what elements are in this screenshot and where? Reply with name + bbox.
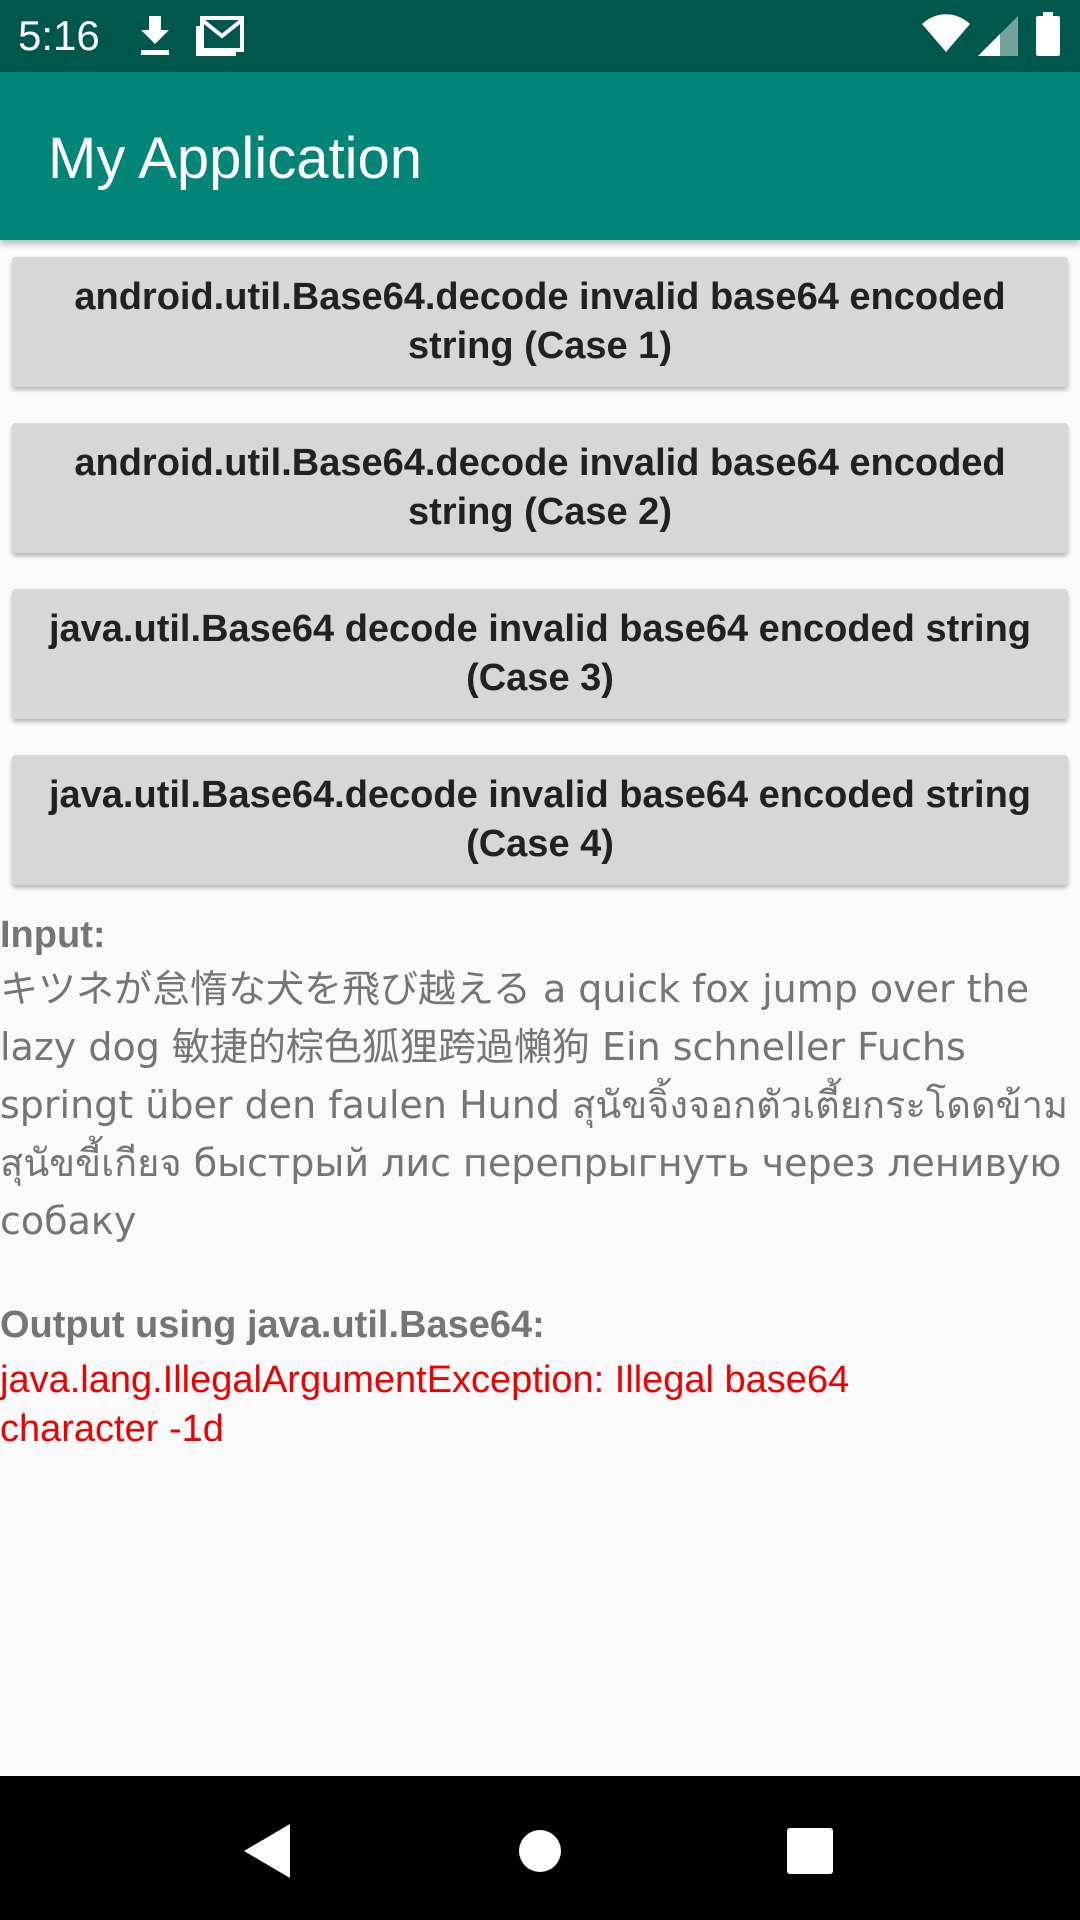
wifi-icon [922,14,970,52]
app-bar: My Application [0,72,1080,240]
output-label: Output using java.util.Base64: [0,1304,545,1346]
cell-signal-icon [978,16,1018,56]
decode-case-3-button[interactable]: java.util.Base64 decode invalid base64 e… [12,589,1068,719]
recents-icon[interactable] [775,1816,845,1886]
decode-case-1-button[interactable]: android.util.Base64.decode invalid base6… [12,257,1068,387]
output-section: Output using java.util.Base64: java.lang… [0,1300,1080,1454]
input-label: Input: [0,914,106,956]
input-section: Input: キツネが怠惰な犬を飛び越える a quick fox jump o… [0,910,1080,1250]
app-title: My Application [48,126,422,191]
navigation-bar [0,1776,1080,1920]
back-icon[interactable] [232,1816,302,1886]
button-label: android.util.Base64.decode invalid base6… [74,276,1006,367]
gmail-icon [196,16,244,56]
download-icon [141,16,169,55]
button-label: java.util.Base64.decode invalid base64 e… [48,774,1032,865]
home-icon[interactable] [505,1816,575,1886]
battery-icon [1036,12,1060,56]
status-time: 5:16 [18,12,100,59]
button-label: java.util.Base64 decode invalid base64 e… [48,608,1032,699]
button-label: android.util.Base64.decode invalid base6… [74,442,1006,533]
decode-case-4-button[interactable]: java.util.Base64.decode invalid base64 e… [12,755,1068,885]
output-error-text: java.lang.IllegalArgumentException: Ille… [0,1359,850,1450]
decode-case-2-button[interactable]: android.util.Base64.decode invalid base6… [12,423,1068,553]
input-text: キツネが怠惰な犬を飛び越える a quick fox jump over the… [0,967,1068,1243]
status-bar: 5:16 [0,0,1080,72]
